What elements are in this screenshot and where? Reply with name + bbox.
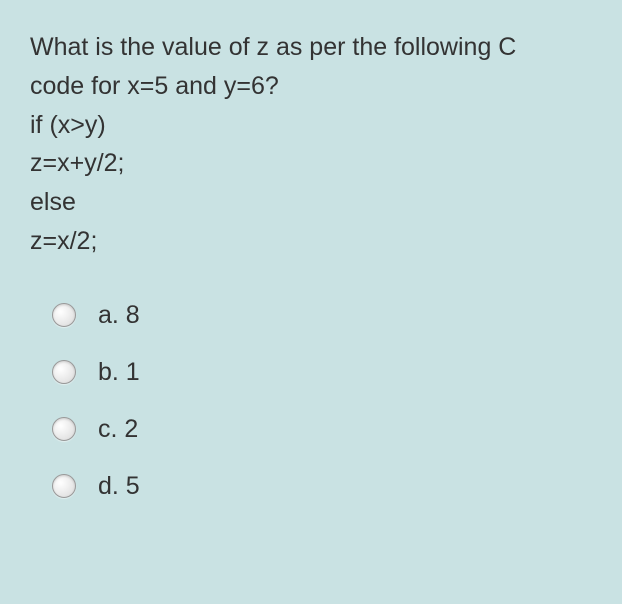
option-label: c. 2 — [98, 415, 138, 444]
options-list: a. 8 b. 1 c. 2 d. 5 — [30, 301, 592, 501]
question-line: z=x+y/2; — [30, 149, 125, 177]
question-line: What is the value of z as per the follow… — [30, 33, 516, 61]
radio-icon[interactable] — [52, 360, 76, 384]
option-b[interactable]: b. 1 — [52, 358, 592, 387]
radio-icon[interactable] — [52, 417, 76, 441]
question-line: if (x>y) — [30, 111, 106, 139]
radio-icon[interactable] — [52, 303, 76, 327]
question-line: code for x=5 and y=6? — [30, 72, 279, 100]
question-line: z=x/2; — [30, 227, 97, 255]
option-c[interactable]: c. 2 — [52, 415, 592, 444]
question-text: What is the value of z as per the follow… — [30, 28, 592, 261]
option-label: a. 8 — [98, 301, 140, 330]
option-label: b. 1 — [98, 358, 140, 387]
option-a[interactable]: a. 8 — [52, 301, 592, 330]
option-d[interactable]: d. 5 — [52, 472, 592, 501]
radio-icon[interactable] — [52, 474, 76, 498]
option-label: d. 5 — [98, 472, 140, 501]
question-line: else — [30, 188, 76, 216]
